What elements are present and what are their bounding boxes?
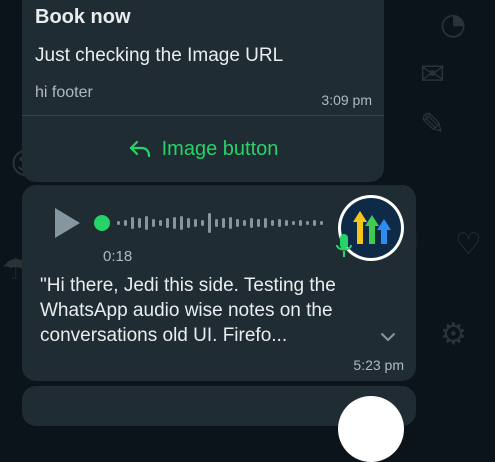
waveform-bar [173, 217, 176, 229]
waveform-bar [250, 218, 253, 228]
waveform-bar [124, 220, 127, 226]
message-timestamp: 3:09 pm [321, 92, 372, 108]
waveform-bar [138, 218, 141, 228]
waveform-bar [292, 221, 295, 225]
waveform-bar [278, 219, 281, 227]
waveform-bar [215, 219, 218, 227]
waveform-bar [208, 213, 211, 233]
microphone-icon [336, 234, 352, 257]
waveform-bar [201, 220, 204, 226]
wallpaper-doodle: ⚙ [440, 317, 467, 352]
waveform-bar [117, 221, 120, 225]
message-timestamp: 5:23 pm [353, 357, 404, 373]
waveform-bar [194, 219, 197, 227]
waveform-bar [243, 220, 246, 226]
wallpaper-doodle: ✎ [420, 107, 446, 142]
waveform-bar [152, 219, 155, 227]
playback-scrubber[interactable] [94, 215, 110, 231]
audio-transcript: "Hi there, Jedi this side. Testing the W… [40, 275, 336, 346]
waveform-bar [145, 216, 148, 230]
audio-duration: 0:18 [103, 248, 133, 265]
audio-message-bubble: 0:18 "Hi there, Jedi this side. Testing … [22, 185, 416, 381]
wallpaper-doodle: ✉ [420, 57, 446, 92]
waveform-bar [236, 219, 239, 227]
template-header: Book now [35, 6, 131, 28]
image-button[interactable]: Image button [22, 116, 384, 182]
waveform-bar [264, 218, 267, 228]
template-message-bubble: Book now Just checking the Image URL hi … [22, 0, 384, 182]
waveform-bar [187, 218, 190, 228]
template-footer: hi footer [35, 84, 93, 101]
waveform-bar [299, 220, 302, 226]
wallpaper-doodle: ◔ [440, 7, 467, 42]
sender-avatar[interactable] [338, 396, 404, 462]
audio-waveform[interactable] [93, 205, 329, 241]
waveform-bar [159, 220, 162, 226]
image-button-label: Image button [161, 137, 279, 160]
next-message-bubble [22, 386, 416, 462]
reply-arrow-icon [129, 140, 150, 158]
waveform-bar [166, 218, 169, 228]
wallpaper-doodle: ♡ [455, 227, 482, 262]
waveform-bar [285, 220, 288, 226]
waveform-bar [306, 221, 309, 225]
chevron-down-icon[interactable] [380, 331, 396, 343]
waveform-bar [229, 217, 232, 229]
waveform-bar [222, 218, 225, 228]
waveform-bar [131, 217, 134, 229]
waveform-bar [257, 219, 260, 227]
template-body: Just checking the Image URL [35, 45, 284, 66]
waveform-bar [271, 220, 274, 226]
waveform-bar [180, 216, 183, 230]
play-icon[interactable] [52, 206, 82, 240]
waveform-bar [320, 221, 323, 225]
waveform-bar [313, 220, 316, 226]
